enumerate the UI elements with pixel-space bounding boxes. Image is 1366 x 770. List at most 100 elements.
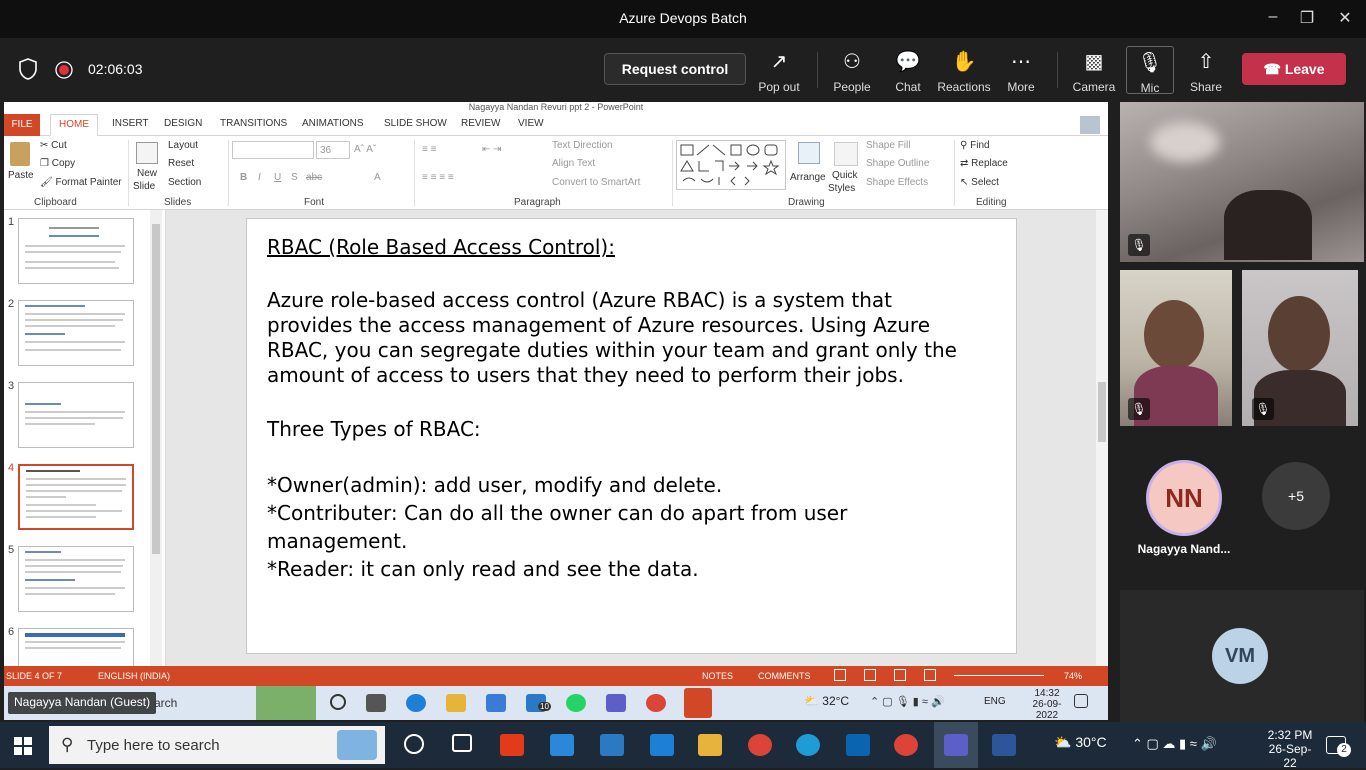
file-explorer-icon[interactable] (698, 734, 722, 756)
inner-clock[interactable]: 14:32 26-09-2022 (1024, 688, 1070, 721)
new-slide-button-2[interactable]: Slide (133, 181, 155, 192)
slide-paragraph-line[interactable]: provides the access management of Azure … (267, 313, 930, 338)
convert-smartart-button[interactable]: Convert to SmartArt (552, 177, 640, 188)
paste-button[interactable]: Paste (8, 170, 34, 181)
teams-icon[interactable] (606, 694, 626, 712)
italic-button[interactable]: I (258, 172, 261, 183)
inner-language[interactable]: ENG (984, 696, 1006, 707)
outlook-icon[interactable] (846, 734, 870, 756)
layout-button[interactable]: Layout (168, 140, 198, 151)
share-button[interactable]: ⇧ Share (1178, 50, 1234, 94)
slide-sorter-icon[interactable] (864, 669, 876, 681)
font-name-box[interactable] (232, 141, 314, 159)
store-icon[interactable] (550, 734, 574, 756)
tab-transitions[interactable]: TRANSITIONS (220, 118, 287, 129)
tab-slide-show[interactable]: SLIDE SHOW (384, 118, 447, 129)
teams-taskbar-button[interactable] (934, 722, 978, 768)
shape-outline-button[interactable]: Shape Outline (866, 158, 929, 169)
align-text-button[interactable]: Align Text (552, 158, 595, 169)
normal-view-icon[interactable] (834, 669, 846, 681)
section-button[interactable]: Section (168, 177, 201, 188)
replace-button[interactable]: ⇄ Replace (960, 158, 1008, 169)
cut-button[interactable]: ✂ Cut (40, 140, 67, 151)
task-view-icon[interactable] (452, 734, 472, 752)
slide-thumbnail-2[interactable] (18, 300, 134, 366)
quick-styles-button[interactable]: Quick (832, 170, 858, 181)
arrange-icon[interactable] (798, 142, 820, 164)
slide-scrollbar[interactable] (1096, 210, 1108, 666)
slide-paragraph-line[interactable]: Azure role-based access control (Azure R… (267, 288, 892, 313)
file-explorer-icon[interactable] (446, 694, 466, 712)
strikethrough-button[interactable]: abc (306, 172, 322, 183)
scrollbar-thumb[interactable] (152, 224, 160, 554)
edge-icon[interactable] (406, 694, 426, 712)
new-slide-button[interactable]: New (137, 168, 157, 179)
slide-thumbnail-3[interactable] (18, 382, 134, 448)
office-icon[interactable] (500, 734, 524, 756)
slide-heading[interactable]: RBAC (Role Based Access Control): (267, 235, 615, 260)
edge-icon[interactable] (796, 734, 820, 756)
font-size-box[interactable]: 36 (316, 141, 350, 159)
font-size-buttons[interactable]: Aˆ Aˇ (354, 144, 376, 155)
tab-insert[interactable]: INSERT (112, 118, 149, 129)
format-painter-button[interactable]: 🖌 Format Painter (40, 177, 122, 188)
shape-fill-button[interactable]: Shape Fill (866, 140, 910, 151)
camera-button[interactable]: ▩ Camera (1066, 50, 1122, 94)
chrome-icon[interactable] (748, 734, 772, 756)
mail-icon[interactable]: 10 (526, 694, 551, 712)
shape-effects-button[interactable]: Shape Effects (866, 177, 928, 188)
chrome-profile-icon[interactable] (894, 734, 918, 756)
slide-bullet-line[interactable]: *Owner(admin): add user, modify and dele… (267, 473, 722, 498)
thumbnails-scrollbar[interactable] (150, 210, 162, 666)
weather-widget[interactable]: ⛅ 30°C (1054, 734, 1107, 751)
slide-bullet-line[interactable]: *Contributer: Can do all the owner can d… (267, 501, 847, 526)
reading-view-icon[interactable] (894, 669, 906, 681)
close-icon[interactable]: ✕ (1334, 8, 1356, 30)
request-control-button[interactable]: Request control (604, 53, 746, 85)
slideshow-icon[interactable] (924, 669, 936, 681)
slide-thumbnail-4[interactable] (18, 464, 134, 530)
scrollbar-thumb[interactable] (1098, 382, 1106, 442)
system-tray-icons[interactable]: ⌃ ▢ ☁ ▮ ≈ 🔊 (1132, 736, 1217, 752)
underline-button[interactable]: U (274, 172, 281, 183)
reactions-button[interactable]: ✋ Reactions (936, 50, 992, 94)
cortana-icon[interactable] (404, 734, 424, 754)
select-button[interactable]: ↖ Select (960, 177, 999, 188)
bullets-button[interactable]: ≡ ≡ (422, 144, 436, 155)
more-button[interactable]: ⋯ More (993, 50, 1049, 94)
participant-video-1[interactable]: 🎙 (1120, 102, 1364, 262)
find-button[interactable]: ⚲ Find (960, 140, 990, 151)
chrome-icon[interactable] (646, 694, 666, 712)
arrange-button[interactable]: Arrange (790, 172, 826, 183)
reset-button[interactable]: Reset (168, 158, 194, 169)
notification-center-icon[interactable]: 2 (1326, 736, 1351, 757)
notes-button[interactable]: NOTES (702, 671, 733, 681)
account-avatar[interactable] (1080, 116, 1100, 134)
shapes-gallery[interactable] (676, 140, 786, 190)
taskbar-search-box[interactable]: ⚲ Type here to search (49, 726, 385, 764)
inner-tray-icons[interactable]: ⌃ ▢ 🎙 ▮ ≈ 🔊 (870, 695, 945, 708)
whiteboard-icon[interactable] (650, 734, 674, 756)
tab-design[interactable]: DESIGN (164, 118, 202, 129)
taskbar-clock[interactable]: 2:32 PM 26-Sep-22 (1262, 728, 1318, 770)
slide-paragraph-line[interactable]: RBAC, you can segregate duties within yo… (267, 338, 957, 363)
maximize-icon[interactable]: ❐ (1296, 8, 1318, 30)
language-indicator[interactable]: ENGLISH (INDIA) (98, 671, 170, 681)
tab-view[interactable]: VIEW (518, 118, 544, 129)
tab-review[interactable]: REVIEW (461, 118, 500, 129)
word-icon[interactable] (992, 734, 1016, 756)
leave-button[interactable]: ☎ Leave (1242, 53, 1346, 85)
pop-out-button[interactable]: ↗ Pop out (751, 50, 807, 94)
tab-home[interactable]: HOME (50, 114, 98, 136)
whatsapp-icon[interactable] (566, 694, 586, 712)
self-view-tile[interactable]: VM (1120, 590, 1364, 722)
text-direction-button[interactable]: Text Direction (552, 140, 613, 151)
current-slide[interactable]: RBAC (Role Based Access Control): Azure … (246, 218, 1017, 654)
quick-styles-button-2[interactable]: Styles (828, 183, 855, 194)
zoom-slider[interactable] (954, 675, 1044, 676)
align-buttons[interactable]: ≡ ≡ ≡ ≡ (422, 172, 454, 183)
chat-button[interactable]: 💬 Chat (880, 50, 936, 94)
slide-bullet-line[interactable]: management. (267, 529, 407, 554)
font-color-button[interactable]: A (374, 172, 381, 183)
bold-button[interactable]: B (240, 172, 247, 183)
